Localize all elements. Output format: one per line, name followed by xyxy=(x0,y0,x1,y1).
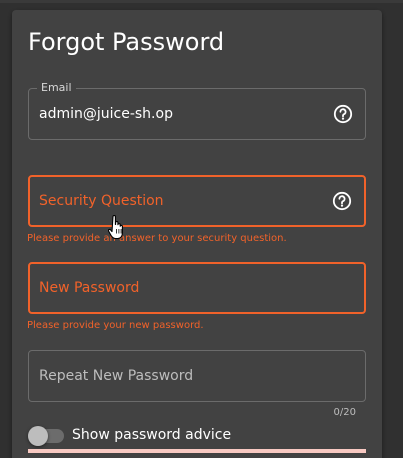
repeat-password-counter: 0/20 xyxy=(333,407,356,418)
email-field[interactable]: Email admin@juice-sh.op xyxy=(28,81,366,140)
top-bar xyxy=(0,0,403,3)
security-question-field[interactable]: Security Question xyxy=(28,175,366,227)
new-password-field[interactable]: New Password xyxy=(28,262,366,314)
password-advice-label: Show password advice xyxy=(72,427,232,443)
repeat-password-field[interactable]: Repeat New Password xyxy=(28,350,366,402)
password-advice-toggle[interactable] xyxy=(28,426,64,446)
repeat-password-placeholder: Repeat New Password xyxy=(39,368,194,384)
password-strength-bar xyxy=(28,449,366,453)
help-circle-icon[interactable] xyxy=(332,191,352,211)
page-title: Forgot Password xyxy=(28,28,225,56)
help-circle-icon[interactable] xyxy=(333,104,353,124)
new-password-error: Please provide your new password. xyxy=(27,320,204,331)
security-question-error: Please provide an answer to your securit… xyxy=(27,233,287,244)
toggle-thumb xyxy=(28,426,48,446)
email-value: admin@juice-sh.op xyxy=(39,106,173,122)
page: Forgot Password Email admin@juice-sh.op … xyxy=(0,0,403,458)
security-question-placeholder: Security Question xyxy=(39,193,164,209)
new-password-placeholder: New Password xyxy=(39,280,140,296)
